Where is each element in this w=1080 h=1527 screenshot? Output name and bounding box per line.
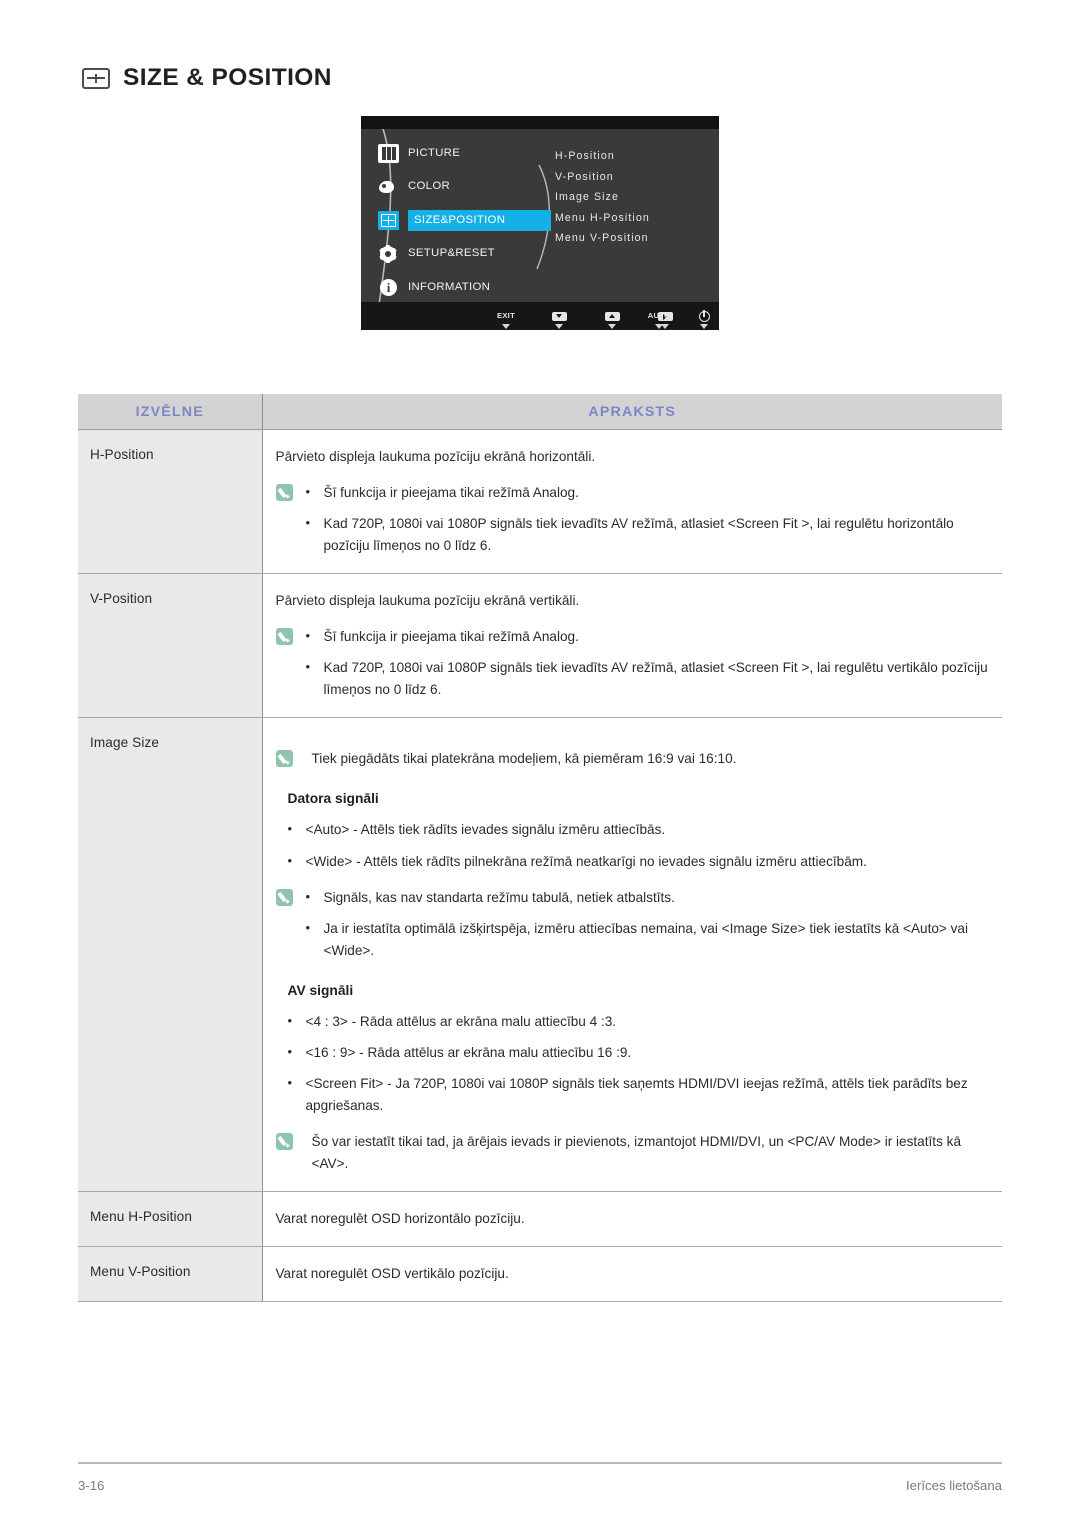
row-menu-name: V-Position	[78, 573, 263, 719]
gear-icon	[378, 244, 399, 264]
table-row: Menu V-Position Varat noregulēt OSD vert…	[78, 1246, 1002, 1303]
osd-body: PICTURE COLOR SIZE&POSITION SETUP&RESET …	[361, 129, 719, 302]
list-item: Kad 720P, 1080i vai 1080P signāls tiek i…	[302, 512, 989, 557]
osd-top-bar	[361, 116, 719, 129]
av-signals-list: <4 : 3> - Rāda attēlus ar ekrāna malu at…	[276, 1010, 989, 1117]
key-indicator-triangle	[655, 324, 663, 329]
note-icon	[275, 750, 293, 768]
osd-screenshot: PICTURE COLOR SIZE&POSITION SETUP&RESET …	[361, 116, 719, 330]
subsection-heading-av-signals: AV signāli	[287, 982, 354, 998]
osd-menu-label: SIZE&POSITION	[408, 209, 551, 232]
note-bullet-list: Šī funkcija ir pieejama tikai režīmā Ana…	[302, 625, 989, 701]
note-text: Tiek piegādāts tikai platekrāna modeļiem…	[311, 751, 737, 767]
row-menu-name: H-Position	[78, 429, 263, 575]
row-menu-name: Menu H-Position	[78, 1191, 263, 1248]
key-indicator-triangle	[700, 324, 708, 329]
note-text: Šo var iestatīt tikai tad, ja ārējais ie…	[311, 1133, 962, 1171]
info-icon	[378, 278, 399, 297]
footer-divider	[78, 1462, 1002, 1464]
note-block-bottom: Šo var iestatīt tikai tad, ja ārējais ie…	[275, 1131, 989, 1175]
note-icon	[275, 888, 293, 906]
osd-menu-item-color[interactable]: COLOR	[378, 174, 568, 201]
menu-description-table: IZVĒLNE APRAKSTS H-Position Pārvieto dis…	[78, 394, 1002, 1303]
page-title: SIZE & POSITION	[123, 64, 332, 91]
footer-section-title: Ierīces lietošana	[905, 1478, 1002, 1493]
row-description: Pārvieto displeja laukuma pozīciju ekrān…	[262, 429, 1002, 575]
description-lead: Pārvieto displeja laukuma pozīciju ekrān…	[275, 449, 596, 464]
osd-bottom-bar: EXIT AUTO	[361, 302, 719, 330]
table-row: Image Size Tiek piegādāts tikai platekrā…	[78, 717, 1002, 1192]
note-icon	[275, 1132, 293, 1150]
manual-page: SIZE & POSITION PICTURE COLOR SIZE&POSIT…	[0, 0, 1080, 1527]
size-position-icon	[378, 211, 399, 230]
list-item: Kad 720P, 1080i vai 1080P signāls tiek i…	[302, 656, 989, 701]
page-title-row: SIZE & POSITION	[82, 64, 332, 91]
page-footer: 3-16 Ierīces lietošana	[78, 1478, 1002, 1493]
note-block: Šī funkcija ir pieejama tikai režīmā Ana…	[275, 481, 989, 557]
list-item: <Auto> - Attēls tiek rādīts ievades sign…	[276, 818, 989, 841]
osd-main-menu: PICTURE COLOR SIZE&POSITION SETUP&RESET …	[378, 140, 568, 308]
osd-menu-item-setup-reset[interactable]: SETUP&RESET	[378, 241, 568, 268]
auto-key[interactable]: AUTO	[642, 311, 676, 329]
list-item: Ja ir iestatīta optimālā izšķirtspēja, i…	[302, 917, 989, 962]
osd-submenu-item-v-position[interactable]: V-Position	[555, 167, 650, 188]
picture-icon	[378, 144, 399, 163]
row-menu-name: Menu V-Position	[78, 1246, 263, 1303]
osd-menu-item-size-position[interactable]: SIZE&POSITION	[378, 207, 568, 234]
note-icon	[275, 628, 293, 646]
column-header-description: APRAKSTS	[262, 394, 1002, 430]
note-block-top: Tiek piegādāts tikai platekrāna modeļiem…	[275, 748, 989, 770]
note-icon	[275, 484, 293, 502]
table-row: H-Position Pārvieto displeja laukuma poz…	[78, 429, 1002, 575]
note-block-middle: Signāls, kas nav standarta režīmu tabulā…	[275, 886, 989, 962]
column-header-menu: IZVĒLNE	[78, 394, 263, 430]
table-row: Menu H-Position Varat noregulēt OSD hori…	[78, 1191, 1002, 1248]
list-item: <4 : 3> - Rāda attēlus ar ekrāna malu at…	[276, 1010, 989, 1033]
subsection-heading-computer-signals: Datora signāli	[287, 791, 379, 807]
power-icon	[698, 310, 710, 322]
osd-menu-label: INFORMATION	[408, 280, 491, 293]
osd-menu-label: PICTURE	[408, 146, 461, 159]
list-item: <Wide> - Attēls tiek rādīts pilnekrāna r…	[276, 849, 989, 873]
row-menu-name: Image Size	[78, 717, 263, 1192]
table-header-row: IZVĒLNE APRAKSTS	[78, 394, 1002, 430]
osd-key-bar-right: AUTO	[361, 302, 719, 330]
list-item: <16 : 9> - Rāda attēlus ar ekrāna malu a…	[276, 1041, 989, 1064]
auto-key-label: AUTO	[647, 311, 671, 320]
osd-submenu-item-menu-v-position[interactable]: Menu V-Position	[555, 228, 650, 249]
list-item: Šī funkcija ir pieejama tikai režīmā Ana…	[302, 625, 989, 648]
size-position-icon	[82, 67, 110, 89]
osd-menu-label: SETUP&RESET	[408, 247, 495, 260]
osd-submenu: H-Position V-Position Image Size Menu H-…	[555, 146, 650, 249]
osd-submenu-item-menu-h-position[interactable]: Menu H-Position	[555, 208, 650, 229]
table-row: V-Position Pārvieto displeja laukuma poz…	[78, 573, 1002, 719]
note-bullet-list: Signāls, kas nav standarta režīmu tabulā…	[302, 886, 989, 962]
row-description: Tiek piegādāts tikai platekrāna modeļiem…	[262, 717, 1002, 1192]
osd-menu-label: COLOR	[408, 180, 451, 193]
description-lead: Pārvieto displeja laukuma pozīciju ekrān…	[275, 593, 580, 609]
list-item: <Screen Fit> - Ja 720P, 1080i vai 1080P …	[276, 1072, 989, 1117]
osd-menu-item-picture[interactable]: PICTURE	[378, 140, 568, 167]
footer-page-number: 3-16	[78, 1478, 105, 1493]
list-item: Signāls, kas nav standarta režīmu tabulā…	[302, 886, 989, 909]
note-bullet-list: Šī funkcija ir pieejama tikai režīmā Ana…	[302, 481, 989, 557]
computer-signals-list: <Auto> - Attēls tiek rādīts ievades sign…	[276, 818, 989, 873]
note-block: Šī funkcija ir pieejama tikai režīmā Ana…	[275, 625, 989, 701]
osd-submenu-item-image-size[interactable]: Image Size	[555, 187, 650, 208]
list-item: Šī funkcija ir pieejama tikai režīmā Ana…	[302, 481, 989, 504]
power-key[interactable]	[687, 310, 719, 329]
row-description: Varat noregulēt OSD horizontālo pozīciju…	[262, 1191, 1002, 1248]
row-description: Pārvieto displeja laukuma pozīciju ekrān…	[262, 573, 1002, 719]
power-key-label	[687, 310, 719, 322]
row-description: Varat noregulēt OSD vertikālo pozīciju.	[262, 1246, 1002, 1303]
osd-menu-item-information[interactable]: INFORMATION	[378, 274, 568, 301]
osd-submenu-item-h-position[interactable]: H-Position	[555, 146, 650, 167]
color-icon	[378, 178, 399, 197]
